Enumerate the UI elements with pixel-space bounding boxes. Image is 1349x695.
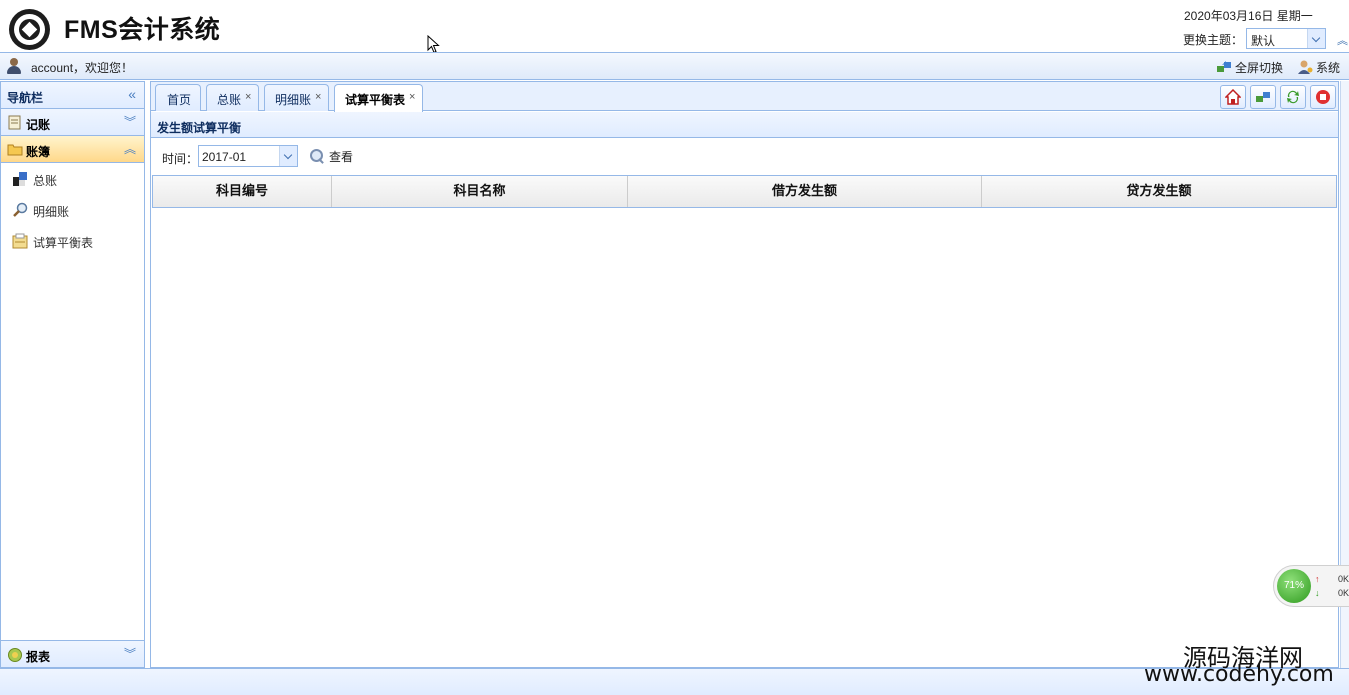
logo-icon — [9, 9, 50, 50]
theme-label: 更换主题： — [1183, 33, 1244, 47]
general-ledger-icon — [13, 172, 27, 186]
download-speed: 0K — [1338, 588, 1349, 598]
time-label: 时间： — [162, 152, 199, 166]
close-all-button[interactable] — [1310, 85, 1336, 109]
user-settings-icon — [1298, 60, 1313, 74]
search-icon — [310, 149, 325, 164]
refresh-button[interactable] — [1280, 85, 1306, 109]
trial-balance-table: 科目编号 科目名称 借方发生额 贷方发生额 — [152, 175, 1337, 208]
sidebar-nav: 导航栏 « 记账 ︾ 账簿 ︽ 总账 明细账 试算平衡表 报表 ︾ — [0, 81, 145, 668]
expand-chevron-icon[interactable]: ︾ — [124, 645, 136, 662]
folder-icon — [7, 144, 23, 156]
theme-select-value: 默认 — [1251, 34, 1276, 48]
sidebar-group-label: 记账 — [26, 118, 51, 132]
sidebar-item-detail-ledger[interactable]: 明细账 — [1, 194, 144, 225]
search-button-label: 查看 — [329, 150, 354, 164]
memory-usage-ball: 71% — [1277, 569, 1311, 603]
tab-label: 总账 — [217, 93, 242, 107]
sidebar-item-label: 试算平衡表 — [33, 236, 94, 250]
panel-title: 发生额试算平衡 — [157, 121, 242, 135]
collapse-sidebar-icon[interactable]: « — [128, 86, 136, 102]
switch-arrows-icon — [1256, 92, 1270, 102]
sidebar-group-label: 账簿 — [26, 145, 51, 159]
fullscreen-toggle-button[interactable]: 全屏切换 — [1216, 59, 1283, 76]
ledger-icon — [8, 115, 21, 130]
tab-trial-balance[interactable]: 试算平衡表 × — [334, 84, 423, 112]
stop-icon — [1316, 90, 1330, 104]
app-title: FMS会计系统 — [64, 16, 221, 44]
sidebar-header: 导航栏 « — [1, 82, 144, 109]
close-icon[interactable]: × — [315, 91, 321, 103]
period-select-value: 2017-01 — [202, 150, 247, 164]
magnifier-icon — [13, 202, 28, 217]
network-speed-widget[interactable]: 71% ↑ ↓ 0K 0K — [1273, 565, 1349, 607]
column-header-debit-amount[interactable]: 借方发生额 — [628, 176, 982, 207]
upload-speed: 0K — [1338, 574, 1349, 584]
sidebar-group-bookkeeping[interactable]: 记账 ︾ — [1, 109, 144, 136]
sidebar-group-books[interactable]: 账簿 ︽ — [1, 136, 144, 163]
user-bar: account，欢迎您！ 全屏切换 系统 — [0, 52, 1349, 80]
main-content: 首页 总账 × 明细账 × 试算平衡表 × 发生额试算平衡 时间： 2017-0… — [150, 81, 1339, 668]
home-button[interactable] — [1220, 85, 1246, 109]
table-header-row: 科目编号 科目名称 借方发生额 贷方发生额 — [153, 176, 1336, 207]
sidebar-item-label: 明细账 — [33, 205, 70, 219]
tab-detail-ledger[interactable]: 明细账 × — [264, 84, 329, 111]
tab-label: 首页 — [167, 93, 192, 107]
panel-header: 发生额试算平衡 — [151, 112, 1338, 138]
search-button[interactable]: 查看 — [310, 148, 353, 165]
column-header-account-name[interactable]: 科目名称 — [332, 176, 628, 207]
close-icon[interactable]: × — [245, 91, 251, 103]
fullscreen-label: 全屏切换 — [1235, 61, 1284, 75]
collapse-header-icon[interactable]: ︽ — [1337, 32, 1348, 48]
date-display: 2020年03月16日 星期一 — [1184, 9, 1313, 23]
filter-toolbar: 时间： 2017-01 查看 — [151, 139, 1338, 175]
balance-sheet-icon — [12, 233, 28, 249]
sidebar-item-label: 总账 — [33, 174, 58, 188]
tab-home[interactable]: 首页 — [155, 84, 201, 111]
tab-label: 明细账 — [275, 93, 312, 107]
sidebar-item-general-ledger[interactable]: 总账 — [1, 163, 144, 194]
user-avatar-icon — [6, 58, 22, 74]
expand-chevron-icon[interactable]: ︾ — [124, 113, 136, 130]
tab-general-ledger[interactable]: 总账 × — [206, 84, 259, 111]
app-header: FMS会计系统 2020年03月16日 星期一 更换主题： 默认 ︽ — [0, 0, 1349, 54]
switch-tab-button[interactable] — [1250, 85, 1276, 109]
chevron-down-icon[interactable] — [1307, 29, 1325, 48]
download-arrow-icon: ↓ — [1315, 588, 1320, 598]
watermark-url: www.codehy.com — [1144, 662, 1334, 687]
column-header-account-code[interactable]: 科目编号 — [153, 176, 332, 207]
sidebar-group-reports[interactable]: 报表 ︾ — [1, 640, 144, 667]
tab-label: 试算平衡表 — [345, 93, 406, 107]
upload-arrow-icon: ↑ — [1315, 574, 1320, 584]
collapse-chevron-icon[interactable]: ︽ — [124, 140, 136, 157]
chevron-down-icon[interactable] — [279, 146, 297, 166]
close-icon[interactable]: × — [409, 91, 415, 103]
welcome-text: account，欢迎您！ — [31, 61, 134, 75]
home-icon — [1225, 89, 1241, 105]
refresh-icon — [1287, 90, 1299, 104]
sidebar-item-trial-balance[interactable]: 试算平衡表 — [1, 225, 144, 256]
theme-select[interactable]: 默认 — [1246, 28, 1326, 49]
system-label: 系统 — [1316, 61, 1341, 75]
period-select[interactable]: 2017-01 — [198, 145, 298, 167]
column-header-credit-amount[interactable]: 贷方发生额 — [982, 176, 1336, 207]
sidebar-group-label: 报表 — [26, 650, 51, 664]
tab-bar: 首页 总账 × 明细账 × 试算平衡表 × — [151, 82, 1338, 112]
report-icon — [8, 648, 22, 662]
system-menu-button[interactable]: 系统 — [1297, 59, 1340, 76]
sidebar-title: 导航栏 — [7, 91, 44, 105]
switch-arrows-icon — [1217, 61, 1231, 72]
